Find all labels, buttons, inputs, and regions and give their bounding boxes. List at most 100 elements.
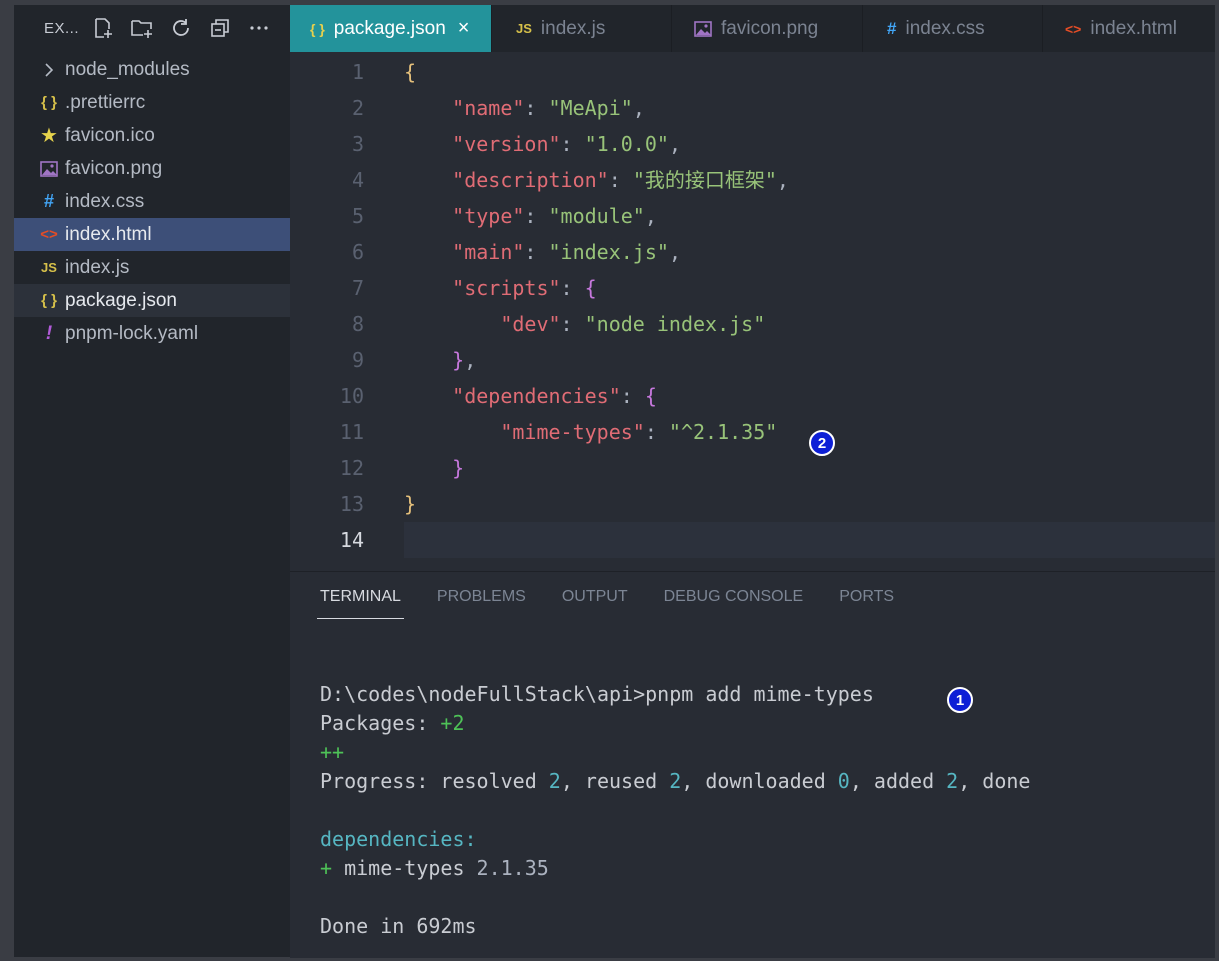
refresh-icon[interactable] (168, 15, 194, 41)
explorer-header: EX... (14, 5, 290, 51)
html-brackets-icon: <> (1065, 20, 1082, 37)
terminal-line: ++ (320, 740, 345, 764)
terminal-line: Packages: +2 (320, 711, 465, 735)
json-key: "scripts" (452, 276, 561, 300)
panel-tabs: TERMINAL PROBLEMS OUTPUT DEBUG CONSOLE P… (290, 572, 1215, 622)
exclamation-icon: ! (45, 322, 53, 344)
code-line: 8 "dev": "node index.js" (290, 306, 1215, 342)
current-line-highlight (404, 522, 1215, 558)
tree-item-label: package.json (65, 289, 177, 311)
bottom-panel: TERMINAL PROBLEMS OUTPUT DEBUG CONSOLE P… (290, 571, 1215, 958)
code-line: 4 "description": "我的接口框架", (290, 162, 1215, 198)
line-number: 11 (339, 420, 364, 444)
terminal-line: D:\codes\nodeFullStack\api>pnpm add mime… (320, 680, 1030, 709)
json-value: "^2.1.35" (668, 420, 778, 444)
line-number: 5 (351, 204, 364, 228)
tab-index-js[interactable]: JS index.js (492, 5, 672, 52)
tree-item-package-json[interactable]: { } package.json (14, 284, 290, 317)
tree-item-label: favicon.ico (65, 124, 155, 146)
new-folder-icon[interactable] (129, 15, 155, 41)
json-key: "main" (452, 240, 525, 264)
json-value: "index.js" (548, 240, 669, 264)
code-line-current: 14 (290, 522, 1215, 558)
tree-item-pnpm-lock[interactable]: ! pnpm-lock.yaml (14, 317, 290, 350)
line-number: 2 (351, 96, 364, 120)
tree-item-label: index.css (65, 190, 145, 212)
json-value: "我的接口框架" (632, 168, 777, 192)
collapse-all-icon[interactable] (207, 15, 233, 41)
terminal-line: Progress: resolved 2, reused 2, download… (320, 769, 1031, 793)
explorer-sidebar: EX... node_modules {} .prettierrc ★ fav… (14, 5, 290, 957)
line-number: 12 (339, 456, 364, 480)
json-braces-icon: { } (310, 20, 325, 37)
json-braces-icon: { } (41, 292, 57, 309)
code-line: 1 { (290, 54, 1215, 90)
brace: { (644, 384, 657, 408)
terminal-line: dependencies: (320, 827, 477, 851)
hash-icon: # (43, 191, 54, 211)
tree-item-label: index.html (65, 223, 152, 245)
tree-item-favicon-png[interactable]: favicon.png (14, 152, 290, 185)
annotation-badge-1: 1 (947, 687, 973, 713)
brace: { (584, 276, 597, 300)
code-line: 6 "main": "index.js", (290, 234, 1215, 270)
json-key: "dependencies" (452, 384, 621, 408)
tree-item-index-html[interactable]: <> index.html (14, 218, 290, 251)
terminal-output[interactable]: D:\codes\nodeFullStack\api>pnpm add mime… (320, 680, 1030, 941)
json-value: "module" (548, 204, 645, 228)
line-number: 10 (339, 384, 364, 408)
tab-problems[interactable]: PROBLEMS (437, 572, 526, 622)
tab-label: favicon.png (721, 17, 819, 39)
js-icon: JS (516, 21, 532, 36)
hash-icon: # (887, 18, 897, 38)
code-line: 7 "scripts": { (290, 270, 1215, 306)
line-number: 7 (351, 276, 364, 300)
code-line: 13 } (290, 486, 1215, 522)
image-icon (36, 160, 62, 177)
json-value: "MeApi" (548, 96, 633, 120)
code-editor[interactable]: 1 { 2 "name": "MeApi", 3 "version": "1.0… (290, 52, 1215, 559)
tab-terminal[interactable]: TERMINAL (317, 572, 404, 622)
tree-item-label: node_modules (65, 58, 190, 80)
image-icon (694, 20, 712, 37)
tab-index-html[interactable]: <> index.html (1043, 5, 1215, 52)
line-number: 9 (351, 348, 364, 372)
tab-index-css[interactable]: # index.css (863, 5, 1043, 52)
tree-item-prettierrc[interactable]: { } .prettierrc (14, 86, 290, 119)
brace: } (452, 456, 465, 480)
json-braces-icon: { } (41, 94, 57, 111)
code-line: 10 "dependencies": { (290, 378, 1215, 414)
tree-item-index-js[interactable]: JS index.js (14, 251, 290, 284)
json-key: "name" (452, 96, 525, 120)
html-brackets-icon: <> (40, 226, 58, 243)
file-tree: node_modules { } .prettierrc ★ favicon.i… (14, 53, 290, 350)
tree-item-node-modules[interactable]: node_modules (14, 53, 290, 86)
line-number: 3 (351, 132, 364, 156)
tab-favicon-png[interactable]: favicon.png (672, 5, 863, 52)
json-value: "node index.js" (584, 312, 766, 336)
tab-package-json[interactable]: { } package.json × (290, 5, 492, 52)
vscode-window: EX... node_modules {} .prettierrc ★ fav… (0, 0, 1219, 961)
tab-debug-console[interactable]: DEBUG CONSOLE (664, 572, 804, 622)
close-icon[interactable]: × (458, 17, 470, 40)
tab-output[interactable]: OUTPUT (562, 572, 628, 622)
code-line: 5 "type": "module", (290, 198, 1215, 234)
more-actions-icon[interactable] (246, 15, 272, 41)
tree-item-favicon-ico[interactable]: ★ favicon.ico (14, 119, 290, 152)
brace: } (452, 348, 465, 372)
tab-ports[interactable]: PORTS (839, 572, 894, 622)
json-key: "type" (452, 204, 525, 228)
json-key: "dev" (500, 312, 561, 336)
line-number: 4 (351, 168, 364, 192)
tab-label: package.json (333, 17, 446, 39)
tab-label: index.html (1090, 17, 1177, 39)
tree-item-label: .prettierrc (65, 91, 146, 113)
new-file-icon[interactable] (90, 15, 116, 41)
line-number: 8 (351, 312, 364, 336)
json-key: "mime-types" (500, 420, 645, 444)
code-line: 12 } (290, 450, 1215, 486)
js-icon: JS (41, 260, 57, 275)
tree-item-index-css[interactable]: # index.css (14, 185, 290, 218)
